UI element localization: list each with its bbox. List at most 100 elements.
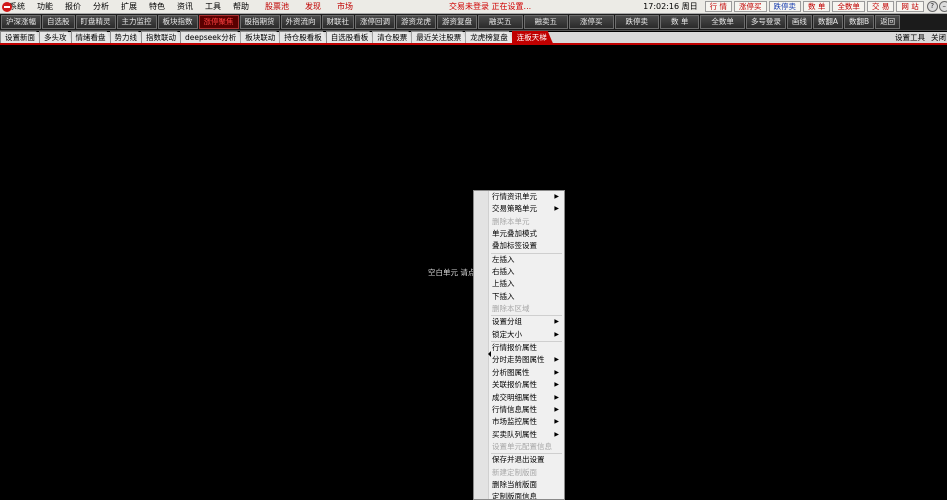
submenu-arrow-icon: ▶ (554, 205, 559, 213)
context-menu-item[interactable]: 保存并退出设置 (474, 454, 564, 466)
quick-button[interactable]: 全数单 (832, 1, 865, 12)
menu-item[interactable]: 报价 (59, 0, 87, 14)
toolbar-button[interactable]: 返回 (875, 15, 901, 29)
page-tab[interactable]: 板块联动 (240, 31, 281, 43)
toolbar-button[interactable]: 游资复盘 (437, 15, 477, 29)
menu-item[interactable]: 工具 (199, 0, 227, 14)
context-menu-item-label: 分析图属性 (492, 367, 530, 377)
context-menu-item-label: 成交明细属性 (492, 392, 537, 402)
page-tab[interactable]: 龙虎榜复盘 (465, 31, 514, 43)
close-button[interactable]: 关闭 (931, 32, 946, 44)
page-tab[interactable]: 最近关注股票 (411, 31, 467, 43)
menu-market[interactable]: 市场 (331, 0, 359, 14)
context-menu-item-label: 上插入 (492, 279, 515, 289)
quick-button[interactable]: 数 单 (803, 1, 831, 12)
context-menu-item: 删除本单元 (474, 216, 564, 228)
quick-button[interactable]: 跌停卖 (768, 1, 802, 12)
context-menu-item[interactable]: 删除当前版面 (474, 479, 564, 491)
toolbar-button[interactable]: 财联社 (321, 15, 354, 29)
context-menu-item-label: 锁定大小 (492, 329, 522, 339)
context-menu-item[interactable]: 交易策略单元 ▶ (474, 203, 564, 215)
context-menu-item[interactable]: 市场监控属性 ▶ (474, 416, 564, 428)
minimize-icon[interactable]: – (938, 1, 947, 12)
menu-item[interactable]: 帮助 (227, 0, 255, 14)
context-menu-item[interactable]: 买卖队列属性 ▶ (474, 429, 564, 441)
toolbar-button[interactable]: 涨停聚焦 (198, 15, 239, 29)
context-menu-item-label: 新建定制版面 (492, 467, 537, 477)
menu-item[interactable]: 功能 (31, 0, 59, 14)
quick-button[interactable]: 交 易 (866, 1, 895, 12)
context-menu-item[interactable]: 锁定大小 ▶ (474, 329, 564, 341)
page-tab[interactable]: deepseek分析 (180, 31, 242, 43)
context-menu-item-label: 交易策略单元 (492, 204, 537, 214)
toolbar-button[interactable]: 数 单 (660, 15, 700, 29)
context-menu-item-label: 关联报价属性 (492, 380, 537, 390)
menu-item[interactable]: 特色 (143, 0, 171, 14)
toolbar-button[interactable]: 数翻B (844, 15, 875, 29)
toolbar-button[interactable]: 全数单 (700, 15, 745, 29)
page-tab[interactable]: 设置新面 (0, 31, 41, 43)
empty-cell-hint: 空白单元 请点 (428, 268, 476, 277)
context-menu-item-label: 删除本单元 (492, 216, 530, 226)
submenu-arrow-icon: ▶ (554, 193, 559, 200)
toolbar-button[interactable]: 盯盘精灵 (75, 15, 116, 29)
toolbar-button[interactable]: 沪深涨幅 (1, 15, 41, 29)
context-menu: 行情资讯单元 ▶ 交易策略单元 ▶ 删除本单元单元叠加模式 叠加标签设置 左插入 右插入 上插入… (473, 190, 565, 500)
context-menu-item[interactable]: 定制版面信息 (474, 491, 564, 499)
context-menu-item[interactable]: 分析图属性 ▶ (474, 367, 564, 379)
page-tab[interactable]: 指数联动 (141, 31, 182, 43)
context-menu-item[interactable]: 上插入 (474, 278, 564, 290)
context-menu-item[interactable]: 叠加标签设置 (474, 240, 564, 252)
page-tab[interactable]: 连板天梯 (512, 31, 553, 43)
toolbar-button[interactable]: 涨停买 (569, 15, 614, 29)
context-menu-item[interactable]: 行情报价属性 (474, 342, 564, 354)
context-menu-item[interactable]: 设置分组 ▶ (474, 316, 564, 328)
menu-stock-pool[interactable]: 股票池 (259, 0, 295, 14)
context-menu-item-label: 保存并退出设置 (492, 455, 545, 465)
quick-button[interactable]: 涨停买 (734, 1, 767, 12)
toolbar-button[interactable]: 融卖五 (523, 15, 568, 29)
submenu-arrow-icon: ▶ (554, 318, 559, 326)
menu-discover[interactable]: 发现 (299, 0, 327, 14)
toolbar-button[interactable]: 板块指数 (157, 15, 198, 29)
page-tab[interactable]: 多头攻 (39, 31, 73, 43)
context-menu-item[interactable]: 行情信息属性 ▶ (474, 404, 564, 416)
page-tab[interactable]: 持仓股看板 (279, 31, 328, 43)
context-menu-item[interactable]: 关联报价属性 ▶ (474, 379, 564, 391)
context-menu-item[interactable]: 下插入 (474, 291, 564, 303)
menu-item[interactable]: 扩展 (115, 0, 143, 14)
quick-button[interactable]: 行 情 (704, 1, 733, 12)
page-tabs-bar: 设置新面 多头攻 情绪看盘 势力线 指数联动 deepseek分析 板块联动 持仓股看板 自选股… (0, 32, 947, 45)
toolbar-button[interactable]: 外资流向 (280, 15, 321, 29)
toolbar-button[interactable]: 涨停回调 (355, 15, 395, 29)
context-menu-item-label: 设置单元配置信息 (492, 441, 552, 451)
page-tab[interactable]: 清仓股票 (372, 31, 413, 43)
setup-tools-button[interactable]: 设置工具 (895, 32, 925, 44)
toolbar-button[interactable]: 股指期货 (239, 15, 280, 29)
toolbar-button[interactable]: 跌停卖 (614, 15, 659, 29)
context-menu-item-label: 行情信息属性 (492, 404, 537, 414)
context-menu-item[interactable]: 左插入 (474, 254, 564, 266)
toolbar-button[interactable]: 多号登录 (745, 15, 786, 29)
context-menu-item[interactable]: 单元叠加模式 (474, 228, 564, 240)
page-tab[interactable]: 自选股看板 (326, 31, 375, 43)
menu-item[interactable]: 分析 (87, 0, 115, 14)
context-menu-item[interactable]: 成交明细属性 ▶ (474, 392, 564, 404)
toolbar-button[interactable]: 游资龙虎 (396, 15, 436, 29)
submenu-arrow-icon: ▶ (554, 405, 559, 413)
submenu-arrow-icon: ▶ (554, 381, 559, 389)
context-menu-item[interactable]: 分时走势图属性 ▶ (474, 354, 564, 366)
menu-item[interactable]: 资讯 (171, 0, 199, 14)
toolbar-button[interactable]: 自选股 (42, 15, 75, 29)
toolbar-button[interactable]: 主力监控 (116, 15, 157, 29)
submenu-arrow-icon: ▶ (554, 418, 559, 426)
page-tab[interactable]: 势力线 (110, 31, 144, 43)
context-menu-item[interactable]: 右插入 (474, 266, 564, 278)
toolbar-button[interactable]: 融买五 (478, 15, 523, 29)
help-icon[interactable]: ? (926, 1, 938, 12)
toolbar-button[interactable]: 画线 (786, 15, 812, 29)
toolbar-button[interactable]: 数翻A (812, 15, 844, 29)
context-menu-item[interactable]: 行情资讯单元 ▶ (474, 191, 564, 203)
page-tab[interactable]: 情绪看盘 (71, 31, 112, 43)
quick-button[interactable]: 网 站 (896, 1, 924, 12)
